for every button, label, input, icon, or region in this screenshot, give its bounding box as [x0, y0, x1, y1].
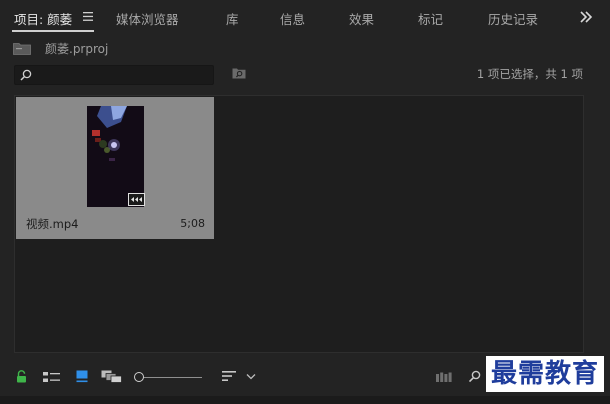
tab-media-browser[interactable]: 媒体浏览器 [116, 9, 179, 28]
icon-view-icon[interactable] [76, 370, 88, 383]
watermark-logo: 最需教育 [486, 356, 604, 392]
new-search-bin-icon[interactable] [232, 67, 246, 79]
list-view-icon[interactable] [43, 371, 60, 383]
search-input[interactable] [37, 67, 207, 82]
zoom-slider-handle[interactable] [134, 372, 144, 382]
folder-icon [13, 43, 31, 55]
tab-project[interactable]: 项目: 颜萎 [14, 9, 72, 28]
panel-tab-bar: 项目: 颜萎 媒体浏览器 库 信息 效果 标记 历史记录 [0, 0, 610, 34]
tab-libraries[interactable]: 库 [226, 9, 239, 28]
video-frame-image [87, 106, 144, 207]
active-tab-indicator [12, 30, 94, 32]
clip-item[interactable]: 视频.mp4 5;08 [16, 97, 214, 239]
tab-history[interactable]: 历史记录 [488, 9, 538, 28]
clip-name: 视频.mp4 [26, 217, 79, 231]
tab-effects[interactable]: 效果 [349, 9, 374, 28]
find-icon[interactable] [468, 370, 481, 383]
search-icon [20, 69, 32, 81]
chevron-double-right-icon[interactable] [579, 11, 593, 23]
sort-icon[interactable] [222, 370, 237, 382]
lock-icon[interactable] [16, 370, 27, 383]
panel-bottom-edge [0, 396, 610, 404]
freeform-view-icon[interactable] [101, 370, 122, 383]
clip-duration: 5;08 [180, 217, 205, 230]
project-panel: 项目: 颜萎 媒体浏览器 库 信息 效果 标记 历史记录 颜萎.prproj 1… [0, 0, 610, 404]
clip-thumbnail [87, 106, 144, 207]
chevron-down-icon[interactable] [246, 373, 256, 380]
automate-to-sequence-icon[interactable] [436, 371, 452, 382]
zoom-slider-track[interactable] [140, 377, 202, 378]
search-field[interactable] [14, 65, 214, 85]
tab-info[interactable]: 信息 [280, 9, 305, 28]
project-file-label: 颜萎.prproj [45, 42, 109, 56]
bin-content-area[interactable]: 视频.mp4 5;08 [14, 95, 584, 353]
hamburger-menu-icon[interactable] [83, 12, 93, 21]
tab-markers[interactable]: 标记 [418, 9, 443, 28]
audio-video-badge-icon [128, 193, 145, 206]
selection-status: 1 项已选择，共 1 项 [476, 67, 583, 81]
